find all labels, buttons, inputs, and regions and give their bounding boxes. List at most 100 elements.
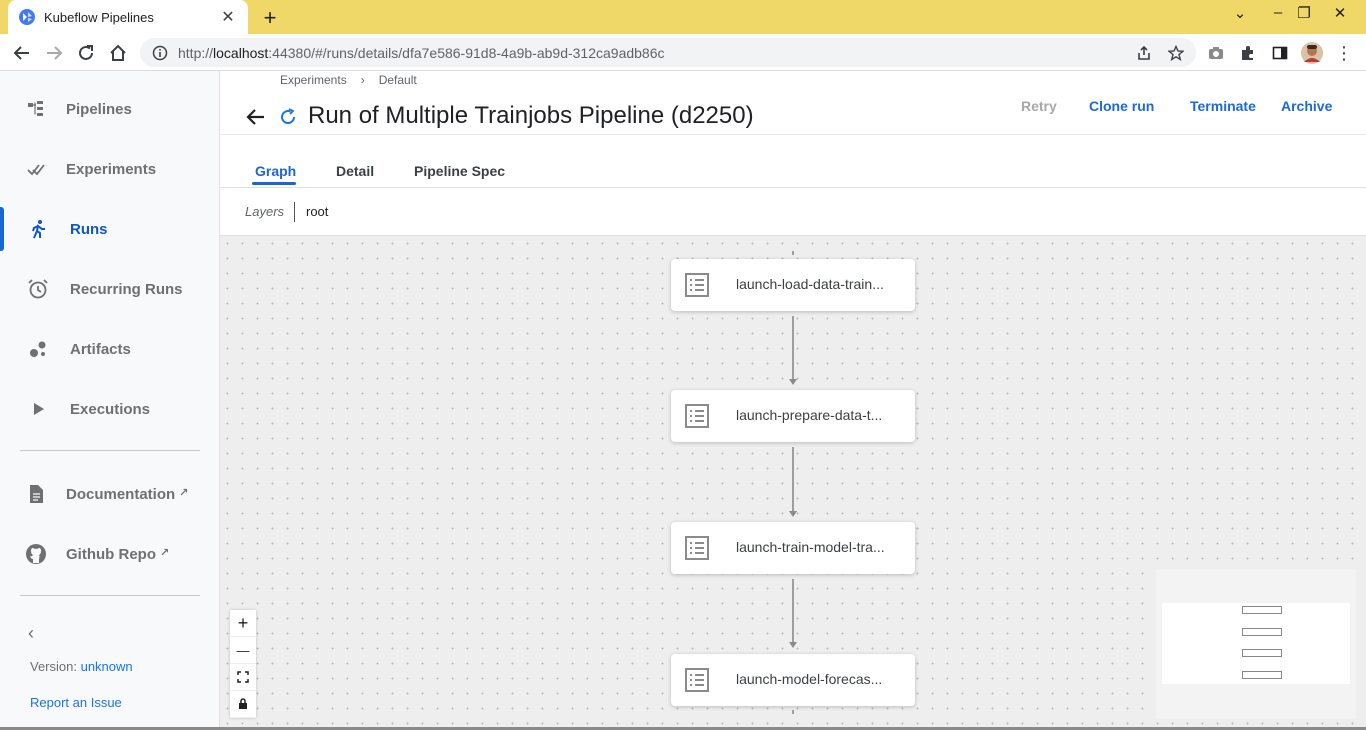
sidebar-link-github[interactable]: Github Repo ↗: [0, 532, 220, 576]
sidebar-item-label: Executions: [70, 400, 151, 418]
graph-node-label: launch-prepare-data-t...: [736, 407, 883, 423]
sidebar-item-experiments[interactable]: Experiments: [0, 147, 220, 191]
fit-view-icon[interactable]: [230, 664, 256, 691]
close-window-button[interactable]: ✕: [1328, 4, 1352, 22]
address-bar[interactable]: http://localhost:44380/#/runs/details/df…: [140, 38, 1196, 67]
list-icon: [685, 404, 709, 428]
github-icon: [24, 542, 48, 566]
menu-icon[interactable]: ⋮: [1333, 42, 1355, 64]
minimap-viewport[interactable]: [1162, 603, 1350, 684]
new-tab-button[interactable]: +: [258, 5, 282, 31]
runs-icon: [26, 217, 50, 241]
sidebar-item-pipelines[interactable]: Pipelines: [0, 87, 220, 131]
graph-node[interactable]: launch-load-data-train...: [671, 259, 915, 311]
sidebar-item-label: Recurring Runs: [70, 280, 183, 298]
sidebar-item-executions[interactable]: Executions: [0, 387, 220, 431]
share-icon[interactable]: [1133, 42, 1155, 64]
page-title: Run of Multiple Trainjobs Pipeline (d225…: [308, 102, 754, 129]
browser-tab[interactable]: Kubeflow Pipelines ✕: [8, 0, 248, 34]
tab-search-icon[interactable]: ⌄: [1228, 4, 1252, 22]
sidebar-link-documentation[interactable]: Documentation ↗: [0, 472, 220, 516]
version-text: Version: unknown: [30, 659, 133, 674]
zoom-in-button[interactable]: +: [230, 610, 256, 637]
graph-node-label: launch-train-model-tra...: [736, 539, 885, 555]
minimize-window-button[interactable]: –: [1266, 4, 1290, 21]
close-tab-icon[interactable]: ✕: [218, 7, 238, 27]
browser-toolbar: http://localhost:44380/#/runs/details/df…: [0, 34, 1366, 71]
edge-arrow-icon: [789, 642, 797, 648]
url-scheme: http://: [178, 44, 214, 61]
sidebar-link-label: Documentation ↗: [66, 486, 188, 503]
report-issue-link[interactable]: Report an Issue: [30, 695, 122, 710]
camera-icon[interactable]: [1205, 42, 1227, 64]
graph-edge: [792, 579, 794, 643]
version-link[interactable]: unknown: [81, 659, 133, 674]
back-icon[interactable]: [9, 40, 35, 66]
zoom-controls: + —: [230, 610, 256, 718]
graph-edge: [792, 316, 794, 380]
graph-canvas[interactable]: launch-load-data-train... launch-prepare…: [220, 236, 1366, 730]
active-indicator: [0, 207, 4, 251]
url-host: localhost: [213, 44, 269, 61]
graph-node[interactable]: launch-model-forecas...: [671, 654, 915, 706]
layers-label: Layers: [245, 204, 285, 219]
lock-icon[interactable]: [230, 691, 256, 718]
browser-tab-strip: Kubeflow Pipelines ✕ + ⌄ – ❐ ✕: [0, 0, 1366, 34]
forward-icon[interactable]: [41, 40, 67, 66]
tab-graph[interactable]: Graph: [255, 163, 296, 179]
version-label: Version:: [30, 659, 81, 674]
layer-root[interactable]: root: [306, 204, 328, 219]
zoom-out-button[interactable]: —: [230, 637, 256, 664]
sidebar-item-label: Pipelines: [66, 100, 132, 118]
sidebar-item-runs[interactable]: Runs: [0, 207, 220, 251]
breadcrumb: Experiments › Default: [280, 73, 417, 87]
info-icon[interactable]: [152, 45, 168, 61]
browser-tab-title: Kubeflow Pipelines: [44, 9, 154, 25]
back-arrow-icon[interactable]: [244, 105, 268, 129]
tab-detail[interactable]: Detail: [336, 163, 374, 179]
external-link-icon: ↗: [179, 486, 189, 499]
layers-bar: Layers root: [220, 188, 1366, 236]
graph-node-label: launch-load-data-train...: [736, 276, 884, 292]
running-status-icon: [281, 108, 296, 125]
sidebar-item-label: Experiments: [66, 160, 157, 178]
graph-minimap[interactable]: [1156, 569, 1356, 719]
breadcrumb-experiments[interactable]: Experiments: [280, 73, 347, 87]
breadcrumb-default[interactable]: Default: [379, 73, 417, 87]
star-icon[interactable]: [1165, 42, 1187, 64]
artifacts-icon: [26, 337, 50, 361]
collapse-sidebar-icon[interactable]: ‹: [28, 623, 34, 644]
sidebar-item-label: Artifacts: [70, 340, 131, 358]
list-icon: [685, 536, 709, 560]
sidebar-item-recurring-runs[interactable]: Recurring Runs: [0, 267, 220, 311]
edge-arrow-icon: [789, 511, 797, 517]
terminate-button[interactable]: Terminate: [1190, 98, 1256, 114]
external-link-icon: ↗: [160, 546, 170, 559]
home-icon[interactable]: [105, 40, 131, 66]
clone-run-button[interactable]: Clone run: [1089, 98, 1154, 114]
kubeflow-favicon-icon: [19, 9, 35, 25]
avatar[interactable]: [1301, 42, 1323, 64]
graph-node[interactable]: launch-prepare-data-t...: [671, 390, 915, 442]
archive-button[interactable]: Archive: [1281, 98, 1332, 114]
graph-node[interactable]: launch-train-model-tra...: [671, 522, 915, 574]
play-icon: [26, 397, 50, 421]
restore-window-button[interactable]: ❐: [1292, 4, 1316, 22]
tab-pipeline-spec[interactable]: Pipeline Spec: [414, 163, 505, 179]
reload-icon[interactable]: [73, 40, 99, 66]
side-panel-icon[interactable]: [1269, 42, 1291, 64]
retry-button[interactable]: Retry: [1021, 98, 1057, 114]
sidebar-item-artifacts[interactable]: Artifacts: [0, 327, 220, 371]
url-text: http://localhost:44380/#/runs/details/df…: [178, 45, 665, 61]
minimap-node: [1242, 606, 1282, 614]
edge-arrow-icon: [789, 379, 797, 385]
pipelines-icon: [24, 97, 48, 121]
graph-edge: [792, 251, 794, 255]
graph-node-label: launch-model-forecas...: [736, 671, 883, 687]
minimap-node: [1242, 671, 1282, 679]
graph-edge: [792, 710, 794, 714]
extensions-icon[interactable]: [1237, 42, 1259, 64]
sidebar: Pipelines Experiments Runs Recurring Run…: [0, 71, 220, 730]
breadcrumb-separator: ›: [360, 73, 365, 87]
document-icon: [24, 482, 48, 506]
